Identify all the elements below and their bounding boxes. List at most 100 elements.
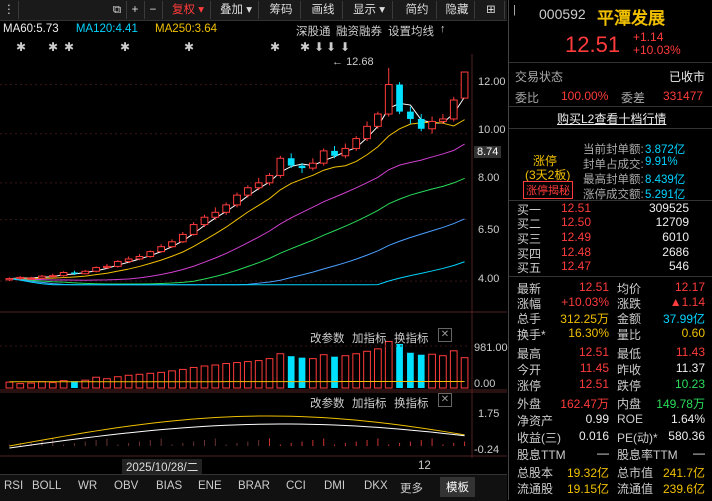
candle[interactable]: [93, 266, 100, 272]
tab-more[interactable]: 更多: [400, 480, 423, 496]
tab-boll[interactable]: BOLL: [32, 480, 61, 492]
candle[interactable]: [396, 82, 403, 114]
candle[interactable]: [461, 72, 468, 99]
candle[interactable]: [429, 117, 436, 134]
candle[interactable]: [179, 232, 186, 243]
ind-change-params[interactable]: 改参数: [310, 395, 345, 411]
marker-down-icon[interactable]: ⬇: [314, 40, 324, 54]
marker-star-icon[interactable]: ✱: [184, 40, 194, 54]
candle[interactable]: [6, 277, 13, 281]
candle[interactable]: [125, 257, 132, 263]
price-chart[interactable]: [0, 54, 507, 474]
grid-icon[interactable]: ⊞: [478, 1, 505, 19]
export-icon[interactable]: ⧉: [108, 1, 127, 19]
candle[interactable]: [82, 270, 89, 274]
settings-ma-link[interactable]: 设置均线: [388, 23, 434, 39]
marker-star-icon[interactable]: ✱: [120, 40, 130, 54]
volume-bar: [169, 371, 176, 388]
candle[interactable]: [147, 250, 154, 257]
volume-bar: [234, 363, 241, 388]
marker-star-icon[interactable]: ✱: [270, 40, 280, 54]
candle[interactable]: [310, 158, 317, 170]
marker-star-icon[interactable]: ✱: [48, 40, 58, 54]
bid-volume: 12709: [627, 215, 689, 229]
date-label: 2025/10/28/二: [122, 459, 202, 475]
jiandu-button[interactable]: 简约: [398, 1, 437, 19]
rongzi-link[interactable]: 融资融券: [336, 23, 382, 39]
candle-body: [6, 279, 13, 280]
tab-cci[interactable]: CCI: [286, 480, 306, 492]
bid-price: 12.48: [561, 245, 591, 259]
collapse-icon[interactable]: ↑: [440, 23, 446, 35]
more-icon[interactable]: ⋮: [0, 1, 19, 19]
stat-label: 股息率TTM: [617, 446, 678, 463]
candle[interactable]: [190, 222, 197, 236]
candle[interactable]: [136, 254, 143, 260]
candle[interactable]: [407, 107, 414, 124]
candle[interactable]: [244, 185, 251, 197]
candle[interactable]: [342, 144, 349, 159]
tab-dkx[interactable]: DKX: [364, 480, 388, 492]
candle[interactable]: [212, 207, 219, 219]
stat-value: 19.32亿: [557, 464, 609, 481]
tab-bias[interactable]: BIAS: [156, 480, 182, 492]
volume-bar: [429, 354, 436, 388]
candle[interactable]: [28, 277, 35, 280]
candle[interactable]: [450, 97, 457, 122]
candle[interactable]: [201, 215, 208, 227]
vol-change-params[interactable]: 改参数: [310, 330, 345, 346]
candle[interactable]: [440, 114, 447, 124]
ind-close-icon[interactable]: ✕: [438, 393, 452, 407]
marker-star-icon[interactable]: ✱: [64, 40, 74, 54]
candle[interactable]: [104, 264, 111, 269]
tab-obv[interactable]: OBV: [114, 480, 138, 492]
bid-price: 12.50: [561, 215, 591, 229]
ind-add-indicator[interactable]: 加指标: [352, 395, 387, 411]
candle[interactable]: [234, 193, 241, 208]
shenyuan-link[interactable]: 深股通: [296, 23, 331, 39]
status-value: 已收市: [669, 68, 705, 85]
vol-switch-indicator[interactable]: 换指标: [394, 330, 429, 346]
candle[interactable]: [375, 112, 382, 129]
xianshi-dropdown[interactable]: 显示 ▾: [346, 1, 393, 19]
chouma-button[interactable]: 筹码: [262, 1, 301, 19]
candle[interactable]: [277, 156, 284, 178]
candle[interactable]: [49, 274, 56, 278]
candle[interactable]: [320, 148, 327, 165]
candle[interactable]: [60, 271, 67, 276]
zoom-in-icon[interactable]: +: [126, 1, 145, 19]
tab-rsi[interactable]: RSI: [4, 480, 23, 492]
candle[interactable]: [364, 121, 371, 141]
candle[interactable]: [331, 146, 338, 158]
diejia-dropdown[interactable]: 叠加 ▾: [214, 1, 259, 19]
back-icon[interactable]: |: [513, 4, 516, 16]
candle[interactable]: [385, 68, 392, 117]
candle[interactable]: [169, 239, 176, 248]
bid-price: 12.51: [561, 201, 591, 215]
stat-label: 量比: [617, 326, 641, 343]
tab-ene[interactable]: ENE: [198, 480, 222, 492]
marker-star-icon[interactable]: ✱: [300, 40, 310, 54]
tab-brar[interactable]: BRAR: [238, 480, 270, 492]
stat-label: 涨停: [517, 377, 541, 394]
zhangting-reveal-button[interactable]: 涨停揭秘: [523, 181, 573, 199]
candle[interactable]: [39, 275, 46, 279]
marker-down-icon[interactable]: ⬇: [340, 40, 350, 54]
marker-down-icon[interactable]: ⬇: [326, 40, 336, 54]
tab-wr[interactable]: WR: [78, 480, 97, 492]
vol-close-icon[interactable]: ✕: [438, 328, 452, 342]
candle[interactable]: [255, 178, 262, 190]
marker-star-icon[interactable]: ✱: [16, 40, 26, 54]
candle[interactable]: [158, 244, 165, 253]
candle[interactable]: [114, 260, 121, 267]
tab-template[interactable]: 模板: [440, 477, 475, 497]
yincang-button[interactable]: 隐藏: [440, 1, 475, 19]
vol-add-indicator[interactable]: 加指标: [352, 330, 387, 346]
tab-dmi[interactable]: DMI: [324, 480, 345, 492]
zoom-out-icon[interactable]: −: [144, 1, 163, 19]
ind-switch-indicator[interactable]: 换指标: [394, 395, 429, 411]
fuquan-dropdown[interactable]: 复权 ▾: [166, 1, 211, 19]
buy-l2-link[interactable]: 购买L2查看十档行情: [557, 110, 666, 127]
huaxian-button[interactable]: 画线: [304, 1, 343, 19]
candle[interactable]: [353, 136, 360, 151]
